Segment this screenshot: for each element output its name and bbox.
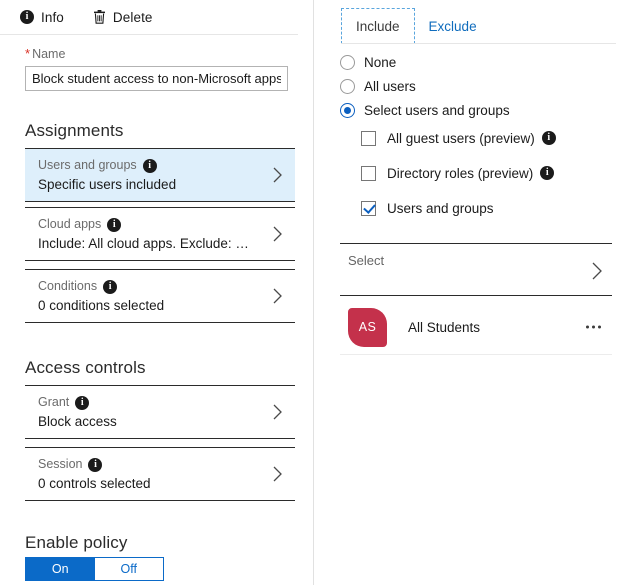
tab-include[interactable]: Include — [341, 8, 415, 44]
nav-row-subtitle: Block access — [38, 414, 117, 429]
checkbox-indicator — [361, 165, 376, 181]
chevron-right-icon — [272, 287, 284, 305]
chevron-right-icon — [272, 225, 284, 243]
chevron-right-icon — [272, 166, 284, 184]
nav-row-grant[interactable]: Grant i Block access — [25, 385, 295, 439]
chevron-right-icon — [272, 403, 284, 421]
scope-checkbox-group: All guest users (preview) i Directory ro… — [361, 128, 556, 233]
info-circle-icon[interactable]: i — [88, 457, 103, 472]
enable-policy-off-option[interactable]: Off — [94, 558, 163, 580]
info-circle-icon[interactable]: i — [75, 395, 90, 410]
info-circle-icon: i — [20, 10, 34, 24]
radio-select-users-and-groups[interactable]: Select users and groups — [340, 100, 510, 120]
checkbox-label-text: All guest users (preview) — [387, 130, 535, 146]
checkbox-users-and-groups[interactable]: Users and groups — [361, 198, 556, 218]
selected-group-name: All Students — [408, 319, 481, 335]
nav-title-text: Cloud apps — [38, 217, 102, 231]
policy-name-input[interactable] — [25, 66, 288, 91]
nav-row-users-and-groups[interactable]: Users and groups i Specific users includ… — [25, 148, 295, 202]
radio-all-users[interactable]: All users — [340, 76, 510, 96]
checkbox-label-text: Users and groups — [387, 200, 494, 216]
nav-row-title: Conditions i — [38, 279, 164, 294]
radio-indicator — [340, 54, 355, 70]
access-controls-heading: Access controls — [25, 358, 146, 377]
info-button-label: Info — [41, 9, 64, 25]
avatar: AS — [348, 307, 387, 347]
info-circle-icon[interactable]: i — [107, 217, 122, 232]
checkbox-label: All guest users (preview) i — [387, 131, 556, 146]
nav-row-cloud-apps[interactable]: Cloud apps i Include: All cloud apps. Ex… — [25, 207, 295, 261]
trash-icon — [93, 10, 106, 24]
nav-row-subtitle: Specific users included — [38, 177, 177, 192]
nav-row-title: Users and groups i — [38, 158, 176, 173]
nav-row-subtitle: Include: All cloud apps. Exclude: … — [38, 236, 249, 251]
nav-row-subtitle: 0 controls selected — [38, 476, 151, 491]
radio-label: Select users and groups — [364, 102, 510, 118]
checkbox-label-text: Directory roles (preview) — [387, 165, 534, 181]
nav-title-text: Users and groups — [38, 158, 137, 172]
delete-button-label: Delete — [112, 9, 153, 25]
nav-row-title: Session i — [38, 457, 151, 472]
checkbox-all-guest-users[interactable]: All guest users (preview) i — [361, 128, 556, 148]
info-circle-icon[interactable]: i — [540, 166, 555, 180]
radio-label: None — [364, 54, 397, 70]
checkbox-label: Users and groups — [387, 201, 494, 216]
chevron-right-icon — [590, 261, 604, 281]
chevron-right-icon — [272, 465, 284, 483]
include-scope-radio-group: None All users Select users and groups — [340, 52, 510, 124]
enable-policy-on-option[interactable]: On — [26, 558, 95, 580]
command-bar: i Info Delete — [0, 0, 298, 34]
selected-group-row[interactable]: AS All Students — [340, 300, 612, 355]
delete-button[interactable]: Delete — [93, 2, 162, 32]
tabs-underline — [341, 43, 616, 44]
nav-row-conditions[interactable]: Conditions i 0 conditions selected — [25, 269, 295, 323]
nav-title-text: Session — [38, 457, 83, 471]
nav-title-text: Grant — [38, 395, 70, 409]
radio-indicator — [340, 102, 355, 118]
enable-policy-toggle[interactable]: On Off — [25, 557, 164, 581]
include-exclude-tabs: Include Exclude — [341, 8, 491, 44]
info-circle-icon[interactable]: i — [142, 158, 157, 173]
info-button[interactable]: i Info — [20, 2, 73, 32]
info-circle-icon[interactable]: i — [103, 279, 118, 294]
policy-detail-panel: i Info Delete * Name Block student acces… — [0, 0, 313, 585]
checkbox-indicator — [361, 200, 376, 216]
nav-row-title: Cloud apps i — [38, 217, 249, 232]
select-users-row[interactable]: Select — [340, 243, 612, 296]
required-asterisk: * — [25, 46, 31, 61]
nav-title-text: Conditions — [38, 279, 98, 293]
info-circle-icon[interactable]: i — [541, 131, 556, 145]
radio-indicator — [340, 78, 355, 94]
name-label-text: Name — [32, 47, 66, 61]
enable-policy-heading: Enable policy — [25, 533, 128, 552]
command-bar-divider — [0, 34, 298, 35]
radio-label: All users — [364, 78, 416, 94]
more-options-icon[interactable] — [586, 325, 601, 329]
nav-row-subtitle: 0 conditions selected — [38, 298, 165, 313]
checkbox-label: Directory roles (preview) i — [387, 165, 555, 181]
checkbox-directory-roles[interactable]: Directory roles (preview) i — [361, 163, 556, 183]
conditional-access-policy-screen: i Info Delete * Name Block student acces… — [0, 0, 620, 585]
checkbox-indicator — [361, 130, 376, 146]
tab-exclude[interactable]: Exclude — [415, 8, 491, 44]
nav-row-session[interactable]: Session i 0 controls selected — [25, 447, 295, 501]
radio-none[interactable]: None — [340, 52, 510, 72]
name-field-group: * Name — [25, 46, 288, 91]
nav-row-title: Grant i — [38, 395, 117, 410]
name-field-label: * Name — [25, 46, 288, 61]
select-row-label: Select — [348, 253, 385, 268]
assignments-heading: Assignments — [25, 121, 124, 140]
